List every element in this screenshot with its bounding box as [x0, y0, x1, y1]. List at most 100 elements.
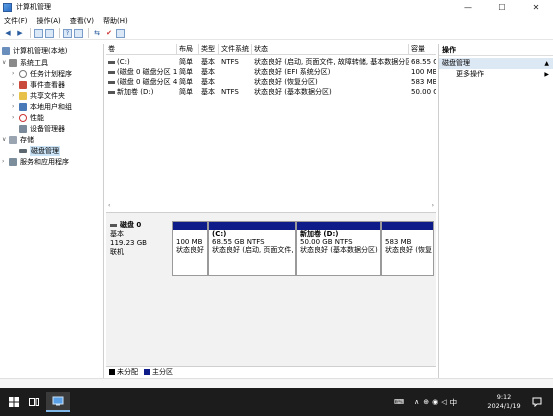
volume-type: 基本 [201, 58, 215, 66]
column-header-layout[interactable]: 布局 [177, 44, 199, 55]
tree-node-storage[interactable]: ∨ 存储 [2, 134, 34, 145]
volume-filesystem: NTFS [221, 88, 239, 96]
computer-management-taskbar-icon[interactable] [46, 392, 70, 412]
volume-icon[interactable]: ◁ [441, 398, 446, 406]
volume-type: 基本 [201, 78, 215, 86]
volume-layout: 简单 [179, 58, 193, 66]
volume-type: 基本 [201, 68, 215, 76]
menu-action[interactable]: 操作(A) [37, 16, 61, 26]
tree-node-event-viewer[interactable]: › 事件查看器 [12, 79, 65, 90]
back-icon[interactable]: ◀ [3, 28, 13, 38]
column-header-filesystem[interactable]: 文件系统 [219, 44, 252, 55]
maximize-button[interactable]: ☐ [485, 0, 519, 14]
expand-icon[interactable]: › [2, 158, 9, 165]
scroll-right-icon[interactable]: › [432, 202, 434, 209]
tree-node-local-users[interactable]: › 本地用户和组 [12, 101, 72, 112]
column-header-volume[interactable]: 卷 [106, 44, 177, 55]
expand-icon[interactable]: › [12, 70, 19, 77]
collapse-triangle-icon[interactable]: ▲ [544, 58, 549, 69]
tree-node-root[interactable]: 计算机管理(本地) [2, 45, 67, 56]
tree-node-device-manager[interactable]: 设备管理器 [19, 123, 65, 134]
tree-node-system-tools[interactable]: ∨ 系统工具 [2, 57, 48, 68]
tree-node-shared-folders[interactable]: › 共享文件夹 [12, 90, 65, 101]
column-header-type[interactable]: 类型 [199, 44, 219, 55]
taskbar: ⌨ ∧ ⊕ ◉ ◁ 中 9:12 2024/1/19 [0, 388, 553, 416]
ime-indicator[interactable]: 中 [450, 397, 458, 408]
tree-node-performance[interactable]: › 性能 [12, 112, 44, 123]
properties-icon[interactable] [74, 28, 83, 38]
partition-legend: 未分配 主分区 [106, 366, 436, 377]
scroll-left-icon[interactable]: ‹ [108, 202, 110, 209]
legend-label: 主分区 [152, 368, 173, 376]
partition-title: (C:) [212, 230, 227, 238]
expand-icon[interactable]: › [12, 103, 19, 110]
primary-partition-bar [297, 222, 380, 230]
network-icon[interactable]: ⊕ [423, 398, 429, 406]
partition-d[interactable]: 新加卷 (D:) 50.00 GB NTFS 状态良好 (基本数据分区) [296, 221, 381, 276]
volume-status: 状态良好 (启动, 页面文件, 故障转储, 基本数据分区) [254, 58, 409, 66]
column-header-capacity[interactable]: 容量 [409, 44, 436, 55]
menu-file[interactable]: 文件(F) [4, 16, 28, 26]
menu-view[interactable]: 查看(V) [70, 16, 94, 26]
partition-status: 状态良好 [176, 246, 204, 254]
tree-node-services-apps[interactable]: › 服务和应用程序 [2, 156, 69, 167]
minimize-button[interactable]: — [451, 0, 485, 14]
partition-status: 状态良好 (基本数据分区) [300, 246, 378, 254]
disk-0-label[interactable]: 磁盘 0 基本 119.23 GB 联机 [110, 221, 172, 276]
tree-node-disk-management[interactable]: 磁盘管理 [19, 145, 60, 156]
volume-icon [108, 60, 115, 64]
collapse-icon[interactable]: ∨ [2, 59, 9, 66]
legend-unallocated: 未分配 [109, 367, 138, 377]
horizontal-scrollbar[interactable]: ‹ › [106, 201, 436, 209]
forward-icon[interactable]: ▶ [15, 28, 25, 38]
tree-node-task-scheduler[interactable]: › 任务计划程序 [12, 68, 72, 79]
view-icon[interactable] [116, 28, 125, 38]
notification-icon[interactable] [528, 392, 546, 412]
menu-help[interactable]: 帮助(H) [103, 16, 128, 26]
expand-icon[interactable]: › [12, 114, 19, 121]
tools-icon [9, 58, 17, 67]
up-folder-icon[interactable] [34, 28, 43, 38]
partition-recovery[interactable]: 583 MB 状态良好 (恢复 [381, 221, 434, 276]
expand-icon[interactable]: › [12, 92, 19, 99]
keyboard-icon[interactable]: ⌨ [394, 398, 404, 406]
help-icon[interactable]: ? [63, 28, 72, 38]
volume-name: (磁盘 0 磁盘分区 1) [106, 67, 177, 77]
checklist-icon[interactable]: ✔ [104, 28, 114, 38]
volume-icon [108, 80, 115, 84]
services-icon [9, 157, 17, 166]
disk-graphical-view: 磁盘 0 基本 119.23 GB 联机 100 MB 状态良好 (C:) 68… [106, 212, 436, 366]
column-header-status[interactable]: 状态 [252, 44, 409, 55]
volume-name-text: (磁盘 0 磁盘分区 1) [117, 68, 177, 76]
partition-c[interactable]: (C:) 68.55 GB NTFS 状态良好 (启动, 页面文件, 故 [208, 221, 296, 276]
volume-type: 基本 [201, 88, 215, 96]
task-view-icon[interactable] [22, 392, 46, 412]
volume-icon [108, 70, 115, 74]
partition-status: 状态良好 (启动, 页面文件, 故 [212, 246, 295, 254]
actions-section-disk-management[interactable]: 磁盘管理 ▲ [439, 58, 553, 69]
volume-row[interactable]: (磁盘 0 磁盘分区 1) 简单 基本 状态良好 (EFI 系统分区) 100 … [106, 67, 436, 77]
security-icon[interactable]: ◉ [432, 398, 438, 406]
close-button[interactable]: ✕ [519, 0, 553, 14]
storage-icon [9, 135, 17, 144]
connect-icon[interactable]: ⇆ [92, 28, 102, 38]
toolbar: ◀ ▶ ? ⇆ ✔ [0, 27, 553, 40]
menu-bar: 文件(F) 操作(A) 查看(V) 帮助(H) [0, 14, 553, 27]
more-actions-item[interactable]: 更多操作 ▶ [439, 69, 553, 80]
volume-layout: 简单 [179, 78, 193, 86]
users-icon [19, 102, 27, 111]
show-hide-tree-icon[interactable] [45, 28, 54, 38]
device-manager-icon [19, 124, 27, 133]
volume-icon [108, 90, 115, 94]
volume-row[interactable]: (C:) 简单 基本 NTFS 状态良好 (启动, 页面文件, 故障转储, 基本… [106, 57, 436, 67]
taskbar-clock[interactable]: 9:12 2024/1/19 [487, 393, 521, 411]
title-bar: 计算机管理 — ☐ ✕ [0, 0, 553, 14]
disk-state: 联机 [110, 248, 124, 256]
status-bar [0, 378, 553, 388]
expand-icon[interactable]: › [12, 81, 19, 88]
volume-row[interactable]: (磁盘 0 磁盘分区 4) 简单 基本 状态良好 (恢复分区) 583 MB [106, 77, 436, 87]
collapse-icon[interactable]: ∨ [2, 136, 9, 143]
volume-row[interactable]: 新加卷 (D:) 简单 基本 NTFS 状态良好 (基本数据分区) 50.00 … [106, 87, 436, 97]
show-hidden-icons-icon[interactable]: ∧ [414, 398, 419, 406]
partition-efi[interactable]: 100 MB 状态良好 [172, 221, 208, 276]
